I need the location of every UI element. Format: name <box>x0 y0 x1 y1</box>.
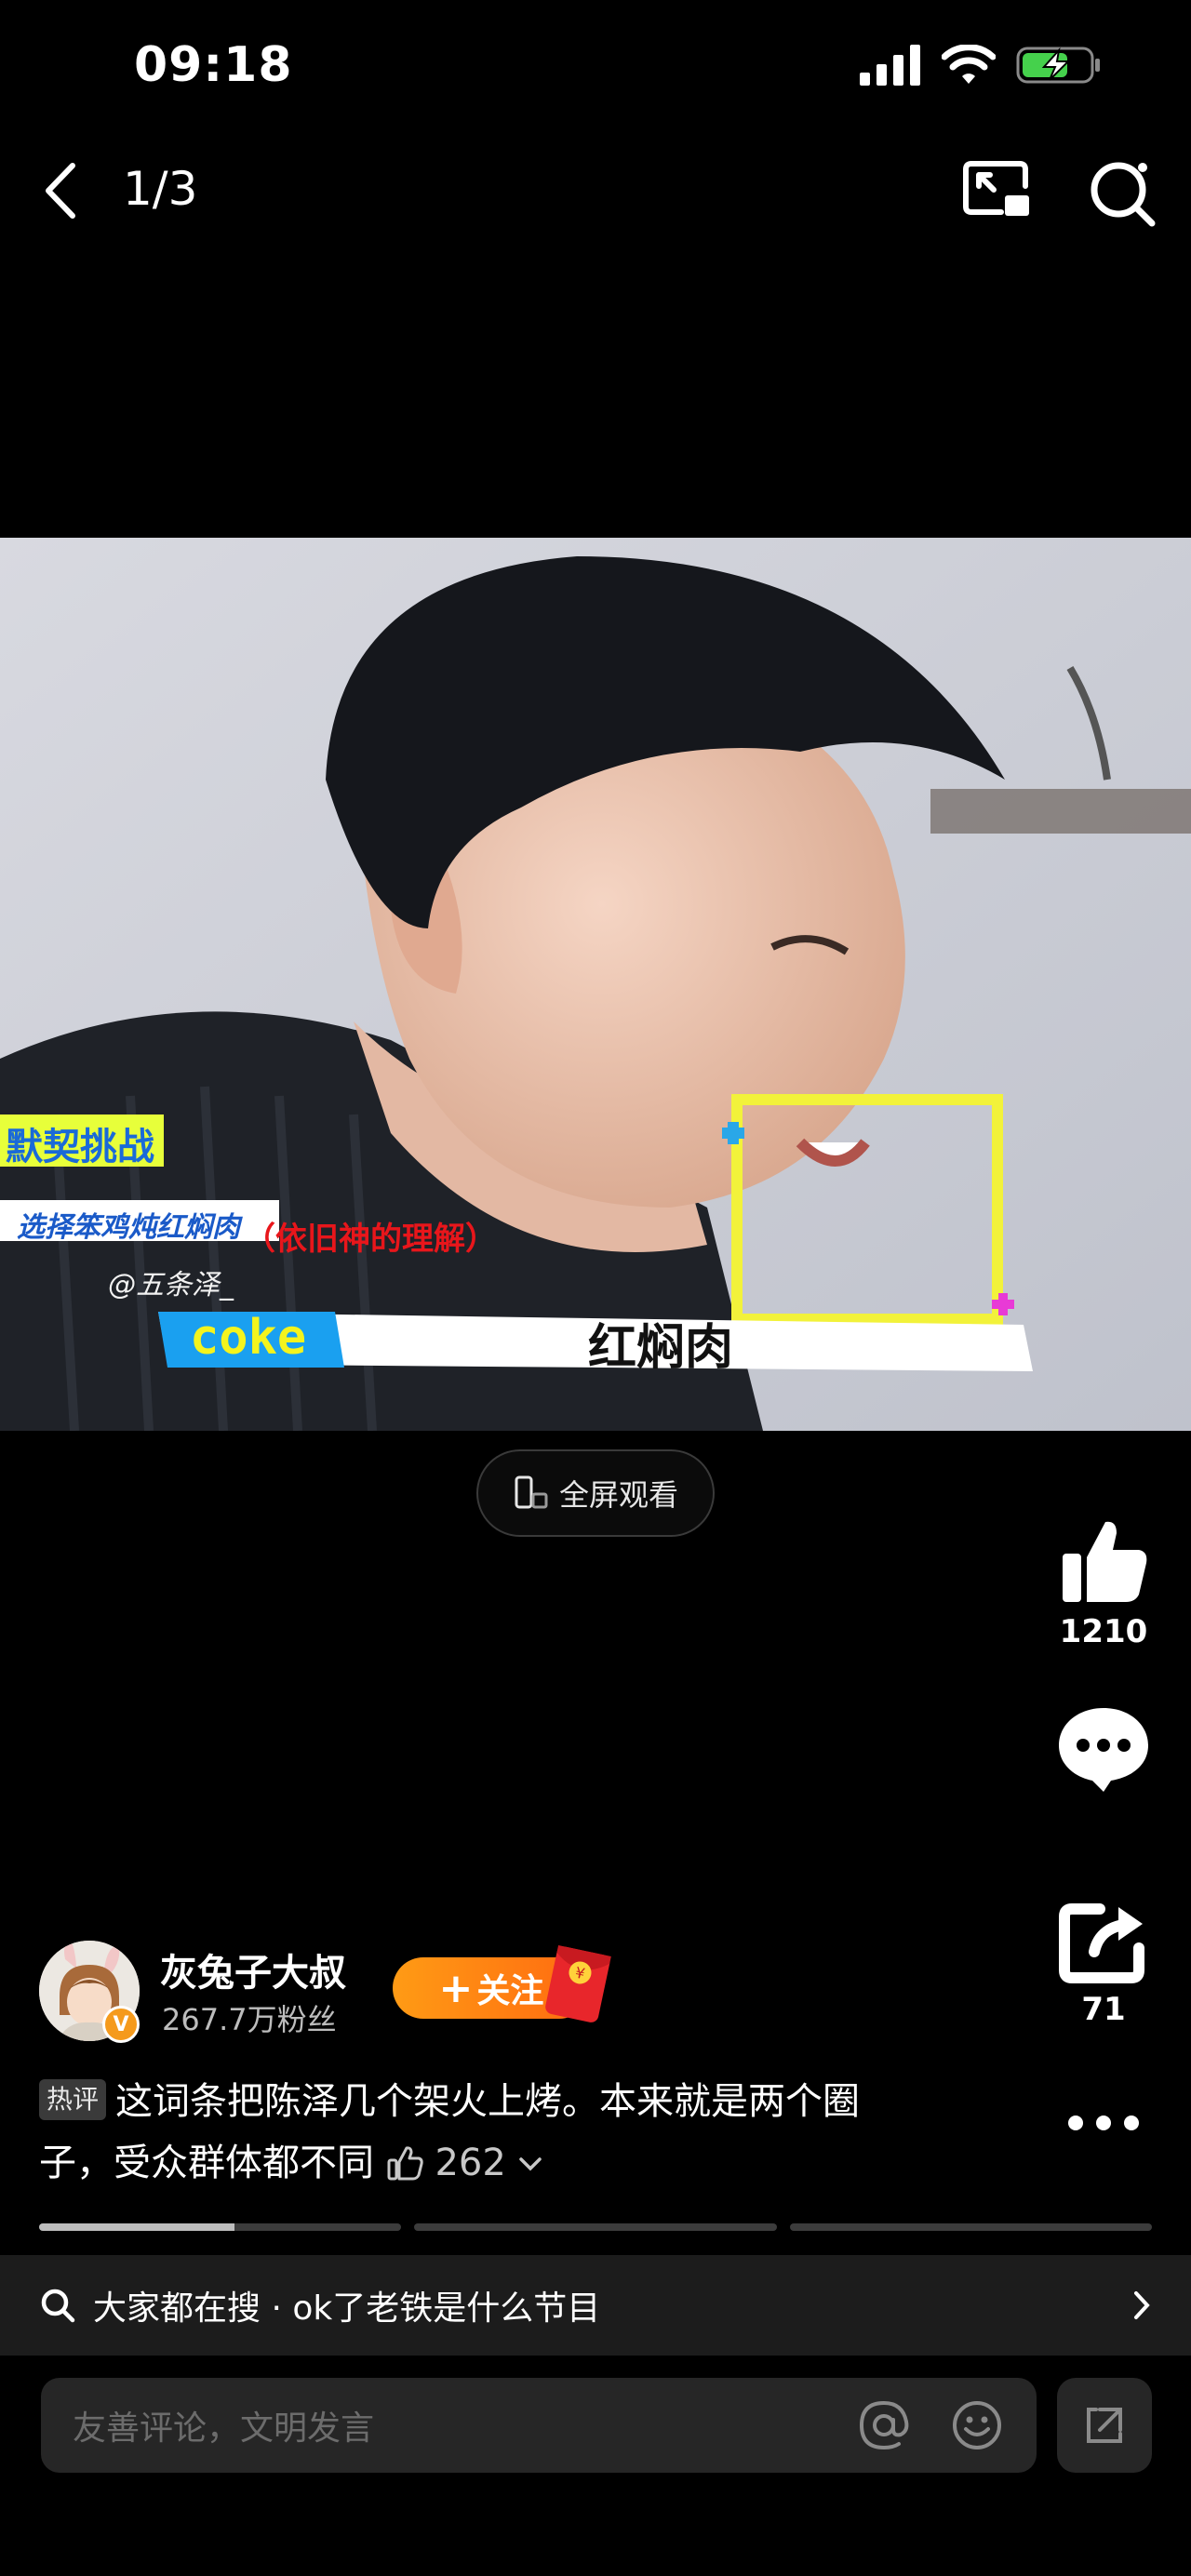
hot-comment-tag: 热评 <box>39 2079 107 2120</box>
search-icon <box>1091 162 1156 227</box>
follow-label: 关注 <box>476 1972 544 2010</box>
expand-icon <box>1087 2408 1122 2443</box>
wifi-icon <box>942 45 996 84</box>
answer-text: 红焖肉 <box>588 1320 734 1376</box>
battery-charging-icon <box>1016 47 1100 84</box>
comment-bubble-icon <box>1059 1708 1148 1792</box>
challenge-label: 默契挑战 <box>6 1126 154 1168</box>
expand-button[interactable] <box>1057 2378 1152 2473</box>
status-time: 09:18 <box>134 37 293 93</box>
watermark: @五条泽_ <box>108 1269 234 1301</box>
caption: 热评 这词条把陈泽几个架火上烤。本来就是两个圈子，受众群体都不同 262 <box>39 2071 932 2194</box>
author-fans: 267.7万粉丝 <box>162 2002 337 2037</box>
carousel-progress <box>39 2223 1152 2231</box>
name-tag: coke <box>190 1310 307 1366</box>
share-count: 71 <box>1081 1991 1126 2028</box>
thumbs-up-icon <box>1063 1521 1147 1602</box>
share-button[interactable]: 71 <box>1048 1900 1159 2028</box>
at-mention-icon[interactable] <box>856 2397 912 2453</box>
fullscreen-label: 全屏观看 <box>558 1477 678 1513</box>
video-player[interactable]: 默契挑战 选择笨鸡炖红焖肉 （依旧神的理解） @五条泽_ coke 红焖肉 <box>0 538 1191 1431</box>
choice-label: 选择笨鸡炖红焖肉 <box>17 1211 240 1244</box>
more-dots-icon <box>1068 2116 1139 2130</box>
rotate-phone-icon <box>515 1475 548 1509</box>
red-packet-icon[interactable]: ¥ <box>538 1942 616 2024</box>
more-button[interactable] <box>1048 2112 1159 2134</box>
cast-screen-icon <box>963 161 1029 216</box>
signal-icon <box>860 45 920 86</box>
progress-fill <box>39 2223 235 2231</box>
search-button[interactable] <box>1087 156 1158 227</box>
progress-segment <box>414 2223 777 2231</box>
caption-like-count: 262 <box>435 2142 506 2184</box>
like-count: 1210 <box>1059 1613 1148 1650</box>
progress-segment <box>789 2223 1152 2231</box>
chevron-right-icon <box>1134 2291 1150 2319</box>
chevron-down-icon <box>518 2157 542 2171</box>
progress-segment <box>39 2223 402 2231</box>
red-caption: （依旧神的理解） <box>244 1221 497 1258</box>
comment-input[interactable]: 友善评论，文明发言 <box>41 2378 1037 2473</box>
page-counter: 1/3 <box>123 162 198 216</box>
share-icon <box>1059 1903 1144 1983</box>
comment-button[interactable] <box>1048 1702 1159 1792</box>
caption-like[interactable]: 262 <box>386 2142 542 2184</box>
fullscreen-button[interactable]: 全屏观看 <box>476 1449 715 1537</box>
emoji-icon[interactable] <box>949 2397 1005 2453</box>
thumbs-up-outline-icon <box>387 2146 423 2181</box>
author-name[interactable]: 灰兔子大叔 <box>160 1942 346 1996</box>
like-button[interactable]: 1210 <box>1048 1516 1159 1650</box>
search-suggestion-text: 大家都在搜 · ok了老铁是什么节目 <box>93 2289 601 2328</box>
cast-button[interactable] <box>962 158 1033 223</box>
search-icon <box>41 2289 75 2323</box>
verified-badge: V <box>102 2006 140 2043</box>
plus-icon: + <box>438 1964 474 2012</box>
chevron-left-icon <box>46 163 75 219</box>
status-icons <box>860 45 1102 86</box>
comment-placeholder: 友善评论，文明发言 <box>73 2409 375 2448</box>
back-button[interactable] <box>33 158 86 223</box>
search-suggestion-bar[interactable]: 大家都在搜 · ok了老铁是什么节目 <box>0 2255 1191 2356</box>
